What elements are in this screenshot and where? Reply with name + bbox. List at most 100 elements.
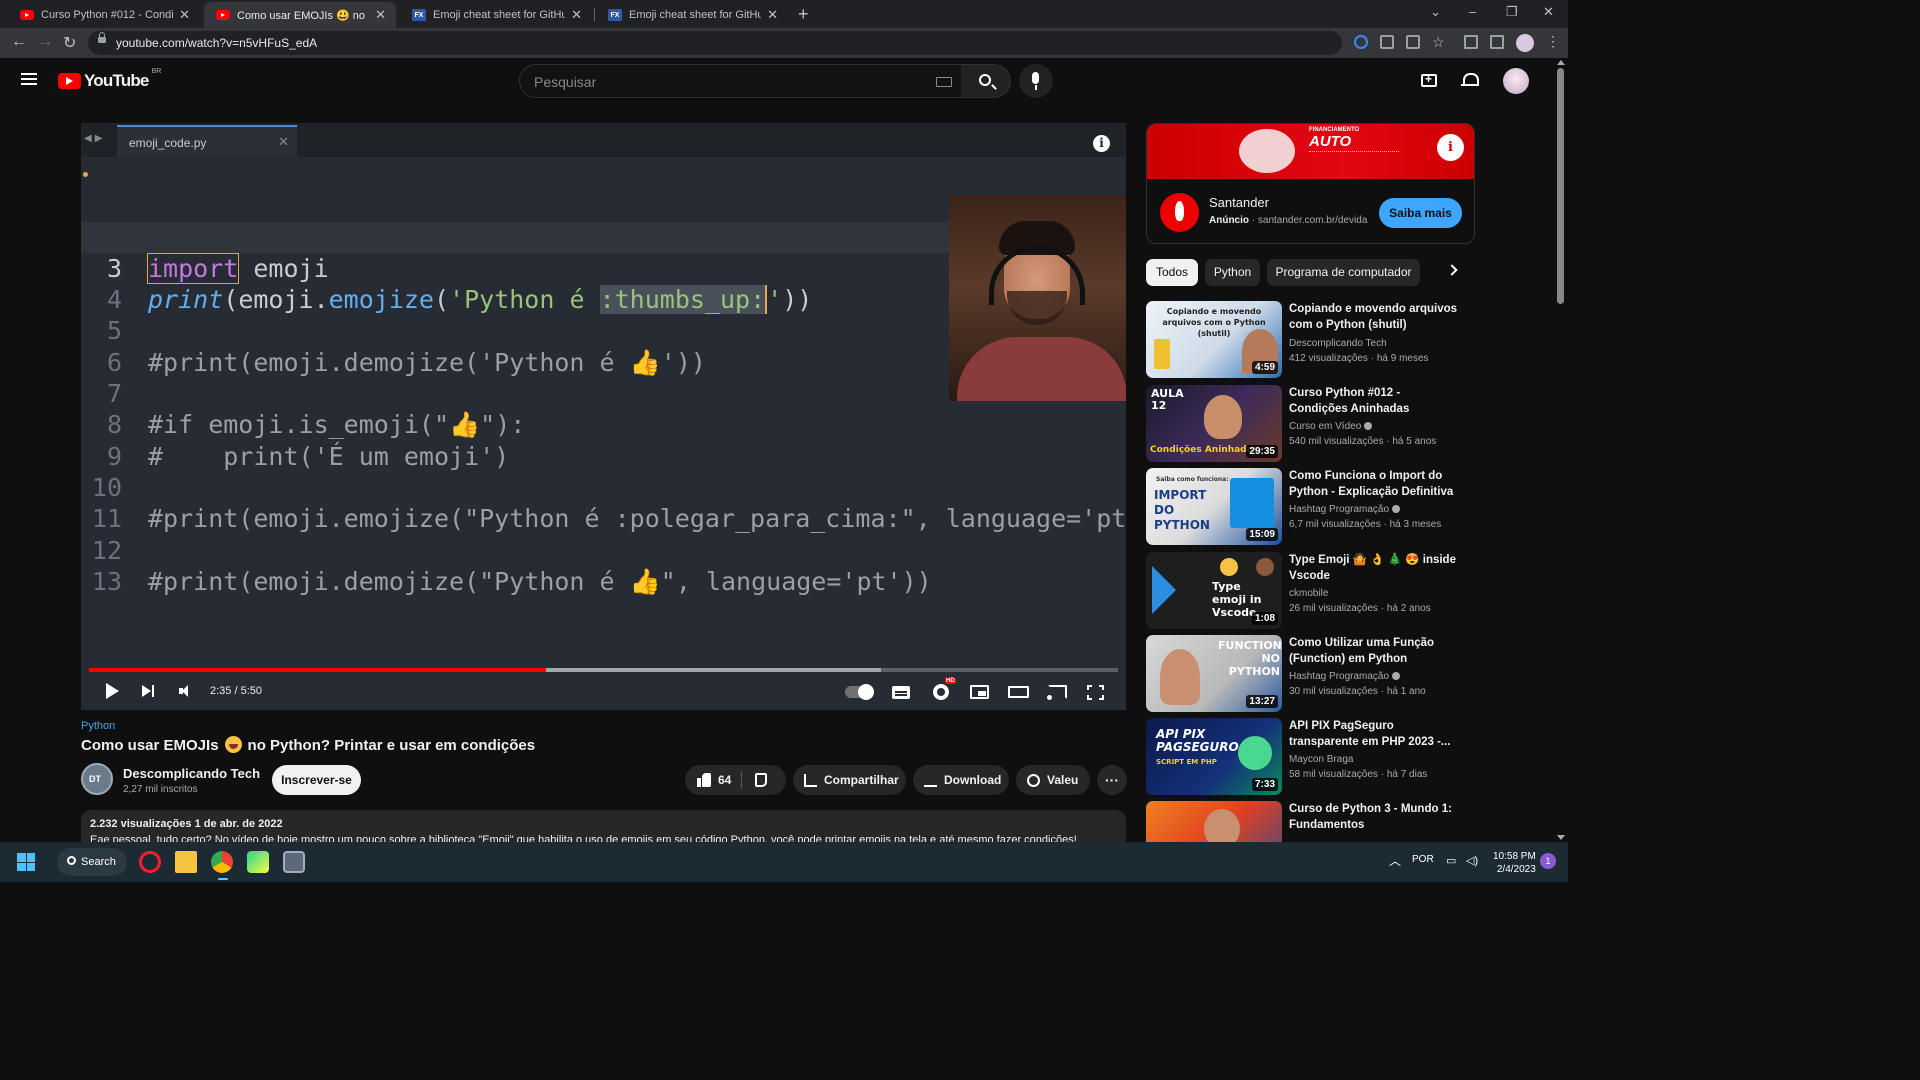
tray-overflow-icon[interactable]: ︿	[1389, 852, 1401, 869]
video-channel[interactable]: Maycon Braga	[1289, 754, 1353, 765]
video-info-icon[interactable]: i	[1093, 135, 1110, 152]
search-button[interactable]	[961, 64, 1011, 98]
back-icon[interactable]: ←	[11, 33, 27, 51]
thumbs-down-icon[interactable]	[755, 773, 767, 787]
volume-icon[interactable]: ◁)	[1466, 854, 1478, 867]
santander-flame-icon[interactable]	[1160, 193, 1199, 232]
video-thumbnail[interactable]: AULA 12 Condições Aninhadas 29:35	[1146, 385, 1282, 462]
video-thumbnail[interactable]	[1146, 801, 1282, 842]
video-title[interactable]: API PIX PagSeguro transparente em PHP 20…	[1289, 718, 1461, 750]
miniplayer-button[interactable]	[970, 685, 989, 699]
taskbar-search[interactable]: Search	[57, 848, 127, 876]
ad-card[interactable]: FINANCIAMENTO AUTO i Santander Anúncio ·…	[1146, 123, 1475, 244]
video-hashtag-link[interactable]: Python	[81, 720, 115, 732]
tab-search-icon[interactable]: ⌄	[1430, 4, 1441, 20]
maximize-icon[interactable]: ❐	[1506, 4, 1518, 20]
settings-gear-icon[interactable]	[933, 684, 949, 700]
close-tab-icon[interactable]: ✕	[179, 7, 190, 23]
calculator-icon[interactable]	[283, 851, 305, 873]
reload-icon[interactable]: ↻	[63, 33, 76, 53]
ad-info-icon[interactable]: i	[1437, 134, 1464, 161]
browser-menu-icon[interactable]: ⋮	[1546, 33, 1560, 50]
browser-tab-active[interactable]: Como usar EMOJIs 😃 no Python ✕	[204, 2, 396, 28]
opera-icon[interactable]	[139, 851, 161, 873]
video-title[interactable]: Curso Python #012 - Condições Aninhadas	[1289, 385, 1461, 417]
video-progress-bar[interactable]	[89, 668, 1118, 672]
channel-avatar[interactable]	[81, 763, 113, 795]
windows-start-icon[interactable]	[17, 853, 35, 871]
browser-tab[interactable]: FX Emoji cheat sheet for GitHub ✕	[596, 2, 788, 28]
google-lens-icon[interactable]	[1354, 35, 1368, 49]
scroll-up-icon[interactable]	[1557, 60, 1565, 65]
recommended-video[interactable]: API PIX PAGSEGURO SCRIPT EM PHP 7:33 API…	[1146, 718, 1476, 796]
side-panel-icon[interactable]	[1490, 35, 1504, 49]
like-count[interactable]: 64	[718, 773, 731, 787]
video-channel[interactable]: Hashtag Programação	[1289, 504, 1401, 515]
subscribe-button[interactable]: Inscrever-se	[272, 765, 361, 795]
subtitles-button[interactable]	[892, 686, 910, 699]
recommended-video[interactable]: Copiando e movendo arquivos com o Python…	[1146, 301, 1476, 379]
close-tab-icon[interactable]: ✕	[767, 7, 778, 23]
notifications-bell-icon[interactable]	[1461, 72, 1479, 88]
video-thumbnail[interactable]: Type emoji in Vscode 1:08	[1146, 552, 1282, 629]
minimize-icon[interactable]: –	[1469, 4, 1476, 19]
play-button[interactable]	[103, 681, 123, 701]
autoplay-toggle[interactable]	[845, 684, 874, 700]
close-tab-icon[interactable]: ✕	[375, 7, 386, 23]
chip-python[interactable]: Python	[1205, 259, 1260, 286]
browser-profile-avatar[interactable]	[1516, 34, 1534, 52]
input-language[interactable]: POR	[1412, 854, 1434, 865]
channel-name[interactable]: Descomplicando Tech	[123, 766, 260, 781]
search-input[interactable]: Pesquisar	[519, 64, 962, 98]
pycharm-icon[interactable]	[247, 851, 269, 873]
notification-badge[interactable]: 1	[1540, 853, 1556, 869]
account-avatar[interactable]	[1503, 68, 1529, 94]
recommended-video[interactable]: Saiba como funciona: IMPORT DO PYTHON 15…	[1146, 468, 1476, 546]
video-channel[interactable]: Curso em Vídeo	[1289, 421, 1373, 432]
recommended-video[interactable]: Curso de Python 3 - Mundo 1: Fundamentos	[1146, 801, 1476, 842]
download-button[interactable]: Download	[913, 765, 1009, 795]
page-scrollbar[interactable]	[1553, 58, 1568, 842]
forward-icon[interactable]: →	[37, 33, 53, 51]
video-thumbnail[interactable]: Saiba como funciona: IMPORT DO PYTHON 15…	[1146, 468, 1282, 545]
video-player[interactable]: ◀▶ emoji_code.py ✕ i 1 import emoji 2 3 …	[81, 123, 1126, 710]
bookmark-star-icon[interactable]: ☆	[1432, 34, 1445, 51]
ad-banner-image[interactable]: FINANCIAMENTO AUTO i	[1147, 124, 1474, 179]
voice-search-button[interactable]	[1019, 64, 1053, 98]
new-tab-button[interactable]: +	[798, 4, 809, 25]
recommended-video[interactable]: Type emoji in Vscode 1:08 Type Emoji 🤷 👌…	[1146, 552, 1476, 630]
chip-all[interactable]: Todos	[1146, 259, 1198, 286]
video-channel[interactable]: ckmobile	[1289, 588, 1328, 599]
scrollbar-thumb[interactable]	[1557, 68, 1564, 304]
reading-list-icon[interactable]	[1464, 35, 1478, 49]
omnibox[interactable]: youtube.com/watch?v=n5vHFuS_edA	[88, 31, 1342, 55]
video-thumbnail[interactable]: Copiando e movendo arquivos com o Python…	[1146, 301, 1282, 378]
video-channel[interactable]: Hashtag Programação	[1289, 671, 1401, 682]
scroll-down-icon[interactable]	[1557, 835, 1565, 840]
fullscreen-button[interactable]	[1087, 685, 1104, 700]
share-button[interactable]: Compartilhar	[793, 765, 906, 795]
video-title[interactable]: Copiando e movendo arquivos com o Python…	[1289, 301, 1461, 333]
share-page-icon[interactable]	[1406, 35, 1420, 49]
recommended-video[interactable]: AULA 12 Condições Aninhadas 29:35 Curso …	[1146, 385, 1476, 463]
thumbs-up-icon[interactable]	[697, 773, 711, 787]
video-channel[interactable]: Descomplicando Tech	[1289, 338, 1387, 349]
learn-more-button[interactable]: Saiba mais	[1379, 198, 1462, 228]
network-icon[interactable]: ▭	[1446, 854, 1456, 867]
create-video-icon[interactable]	[1421, 72, 1437, 87]
install-icon[interactable]	[1380, 35, 1394, 49]
video-title[interactable]: Como Utilizar uma Função (Function) em P…	[1289, 635, 1461, 667]
video-thumbnail[interactable]: API PIX PAGSEGURO SCRIPT EM PHP 7:33	[1146, 718, 1282, 795]
video-title[interactable]: Como Funciona o Import do Python - Expli…	[1289, 468, 1461, 500]
volume-button[interactable]	[177, 681, 197, 701]
recommended-video[interactable]: FUNCTION NO PYTHON 13:27 Como Utilizar u…	[1146, 635, 1476, 713]
next-video-button[interactable]	[139, 681, 159, 701]
chrome-icon[interactable]	[211, 851, 233, 873]
url-text[interactable]: youtube.com/watch?v=n5vHFuS_edA	[116, 36, 317, 50]
cast-button[interactable]	[1047, 685, 1067, 700]
video-title[interactable]: Curso de Python 3 - Mundo 1: Fundamentos	[1289, 801, 1461, 833]
video-thumbnail[interactable]: FUNCTION NO PYTHON 13:27	[1146, 635, 1282, 712]
keyboard-icon[interactable]	[936, 77, 952, 87]
more-actions-button[interactable]: ···	[1097, 765, 1127, 795]
close-window-icon[interactable]: ✕	[1543, 4, 1554, 20]
